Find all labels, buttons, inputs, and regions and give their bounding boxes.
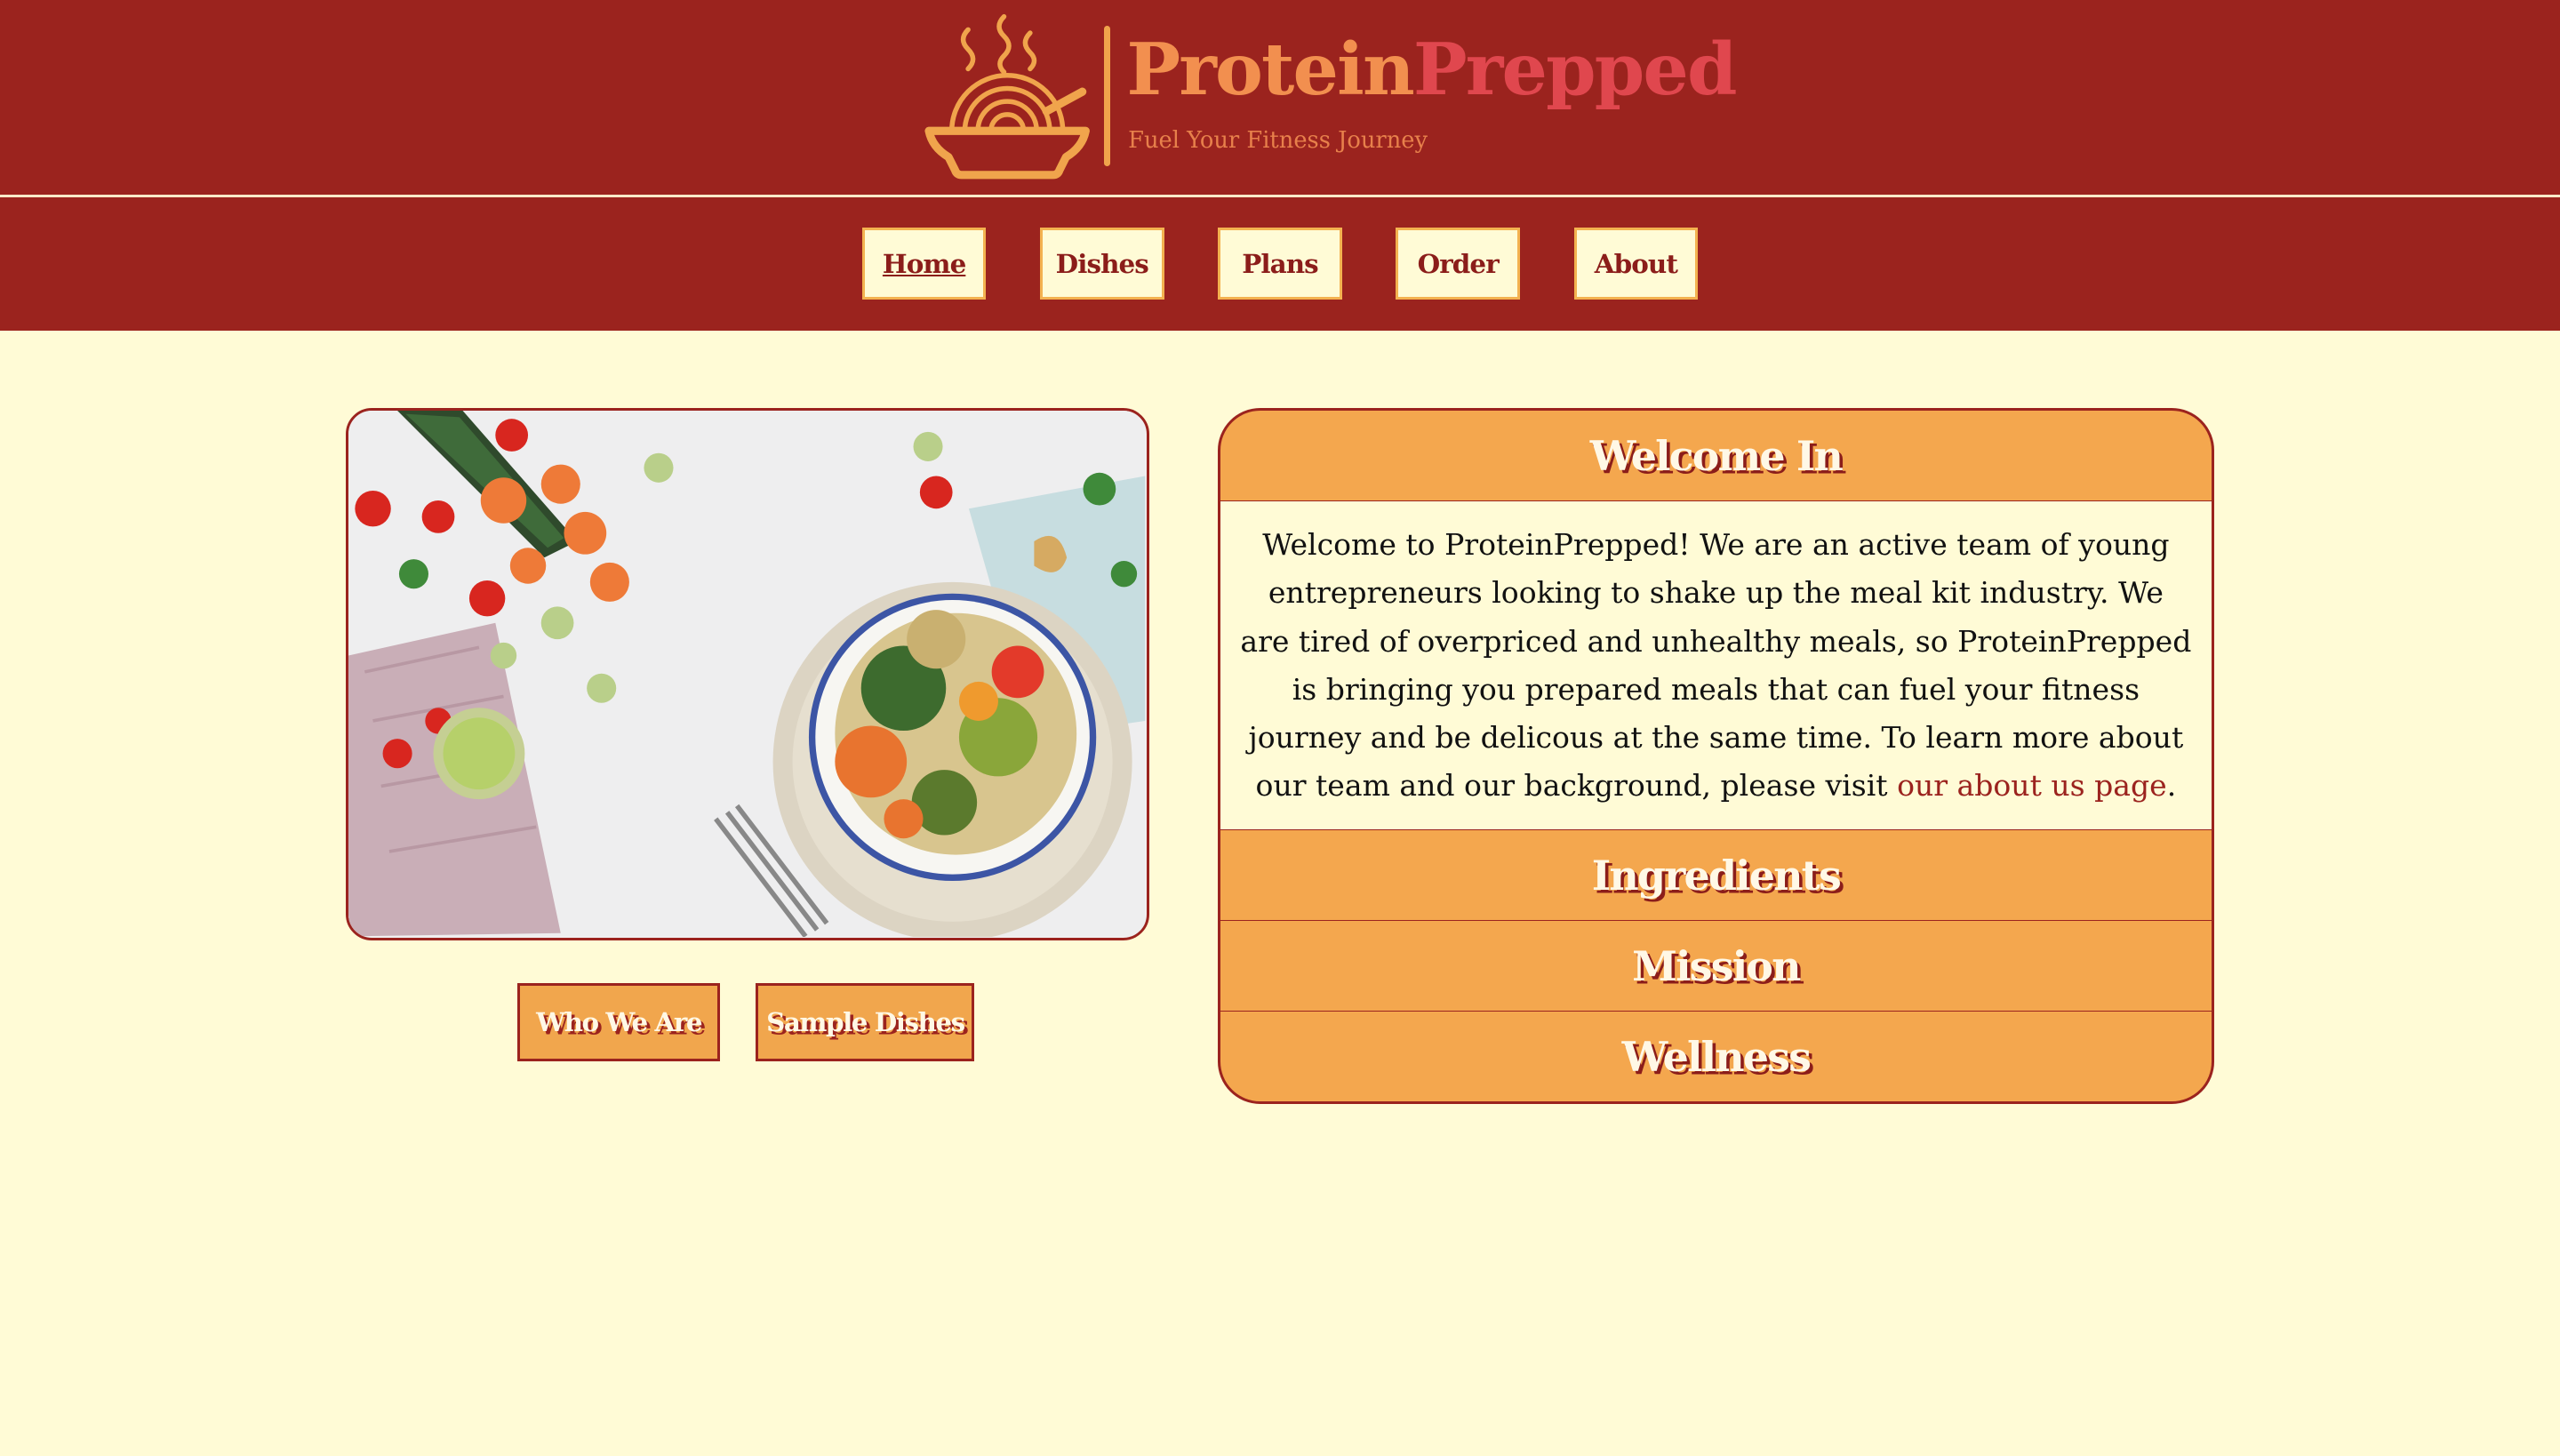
main-nav: Home Dishes Plans Order About bbox=[0, 196, 2560, 332]
brand-name-part2: Prepped bbox=[1412, 28, 1738, 113]
hero-section: Who We Are Sample Dishes bbox=[346, 408, 1150, 1061]
logo[interactable]: ProteinPrepped Fuel Your Fitness Journey bbox=[919, 13, 1737, 180]
info-accordion: Welcome In Welcome to ProteinPrepped! We… bbox=[1218, 408, 2214, 1105]
hero-image bbox=[346, 408, 1150, 940]
logo-divider bbox=[1103, 26, 1110, 167]
sample-dishes-button[interactable]: Sample Dishes bbox=[756, 982, 975, 1061]
brand-tagline: Fuel Your Fitness Journey bbox=[1128, 127, 1428, 155]
accordion-ingredients-header[interactable]: Ingredients bbox=[1220, 829, 2212, 920]
food-photo-illustration bbox=[348, 411, 1146, 937]
nav-home-button[interactable]: Home bbox=[861, 228, 987, 300]
nav-about-label: About bbox=[1594, 248, 1678, 280]
nav-about-button[interactable]: About bbox=[1573, 228, 1699, 300]
brand-name: ProteinPrepped bbox=[1126, 26, 1738, 114]
nav-order-button[interactable]: Order bbox=[1396, 228, 1520, 300]
hero-buttons: Who We Are Sample Dishes bbox=[517, 982, 975, 1061]
nav-dishes-label: Dishes bbox=[1055, 248, 1149, 280]
welcome-panel: Welcome to ProteinPrepped! We are an act… bbox=[1220, 501, 2212, 830]
site-header: ProteinPrepped Fuel Your Fitness Journey bbox=[0, 0, 2560, 197]
about-us-link[interactable]: our about us page bbox=[1897, 768, 2167, 803]
accordion-wellness-header[interactable]: Wellness bbox=[1220, 1011, 2212, 1101]
nav-plans-label: Plans bbox=[1242, 248, 1319, 280]
accordion-welcome-header[interactable]: Welcome In bbox=[1220, 411, 2212, 502]
nav-order-label: Order bbox=[1417, 248, 1500, 280]
brand-name-part1: Protein bbox=[1126, 28, 1414, 113]
nav-dishes-button[interactable]: Dishes bbox=[1040, 228, 1164, 300]
noodle-bowl-icon bbox=[924, 13, 1091, 180]
welcome-text-end: . bbox=[2166, 768, 2177, 804]
nav-plans-button[interactable]: Plans bbox=[1218, 228, 1342, 300]
nav-home-label: Home bbox=[882, 248, 966, 280]
welcome-text: Welcome to ProteinPrepped! We are an act… bbox=[1240, 527, 2192, 804]
who-we-are-button[interactable]: Who We Are bbox=[517, 982, 720, 1061]
accordion-mission-header[interactable]: Mission bbox=[1220, 920, 2212, 1011]
